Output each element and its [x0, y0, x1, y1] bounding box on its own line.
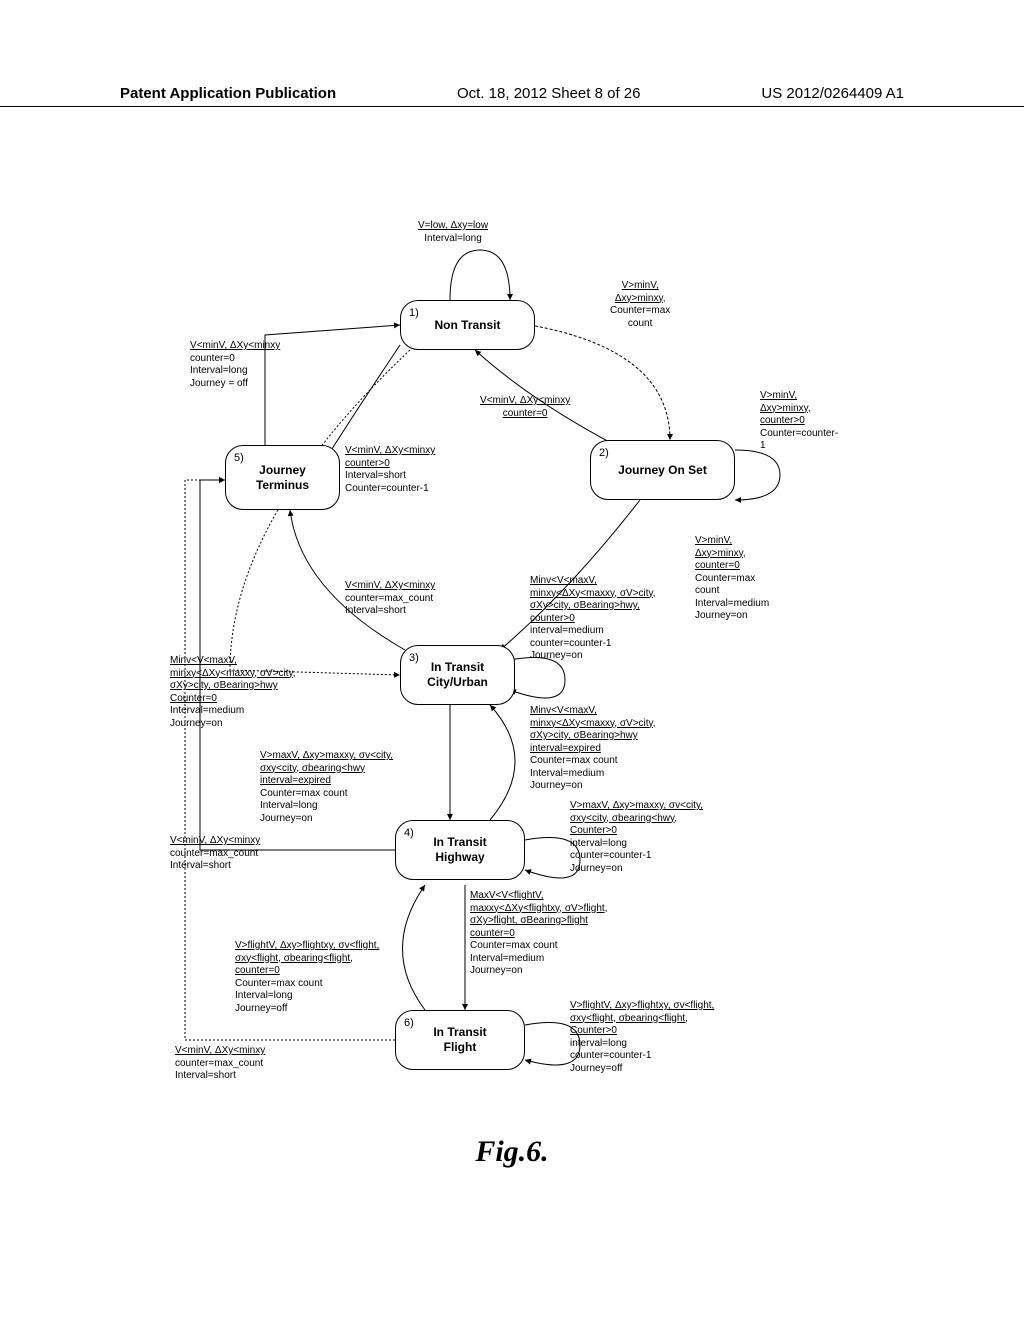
cond-65-left: V<minV, ΔXy<minxycounter=max_countInterv… [175, 1045, 265, 1083]
state-title2: Highway [435, 850, 484, 865]
cond-13: Minv<V<maxV,minxy<ΔXy<maxxy, σV>city,σXy… [170, 655, 296, 730]
state-title: In Transit [433, 835, 486, 850]
cond-2-right: V>minV,Δxy>minxy,counter>0Counter=counte… [760, 390, 838, 453]
state-title: Non Transit [434, 318, 500, 333]
page: Patent Application Publication Oct. 18, … [0, 0, 1024, 1320]
state-non-transit: 1) Non Transit [400, 300, 535, 350]
cond-top-right: V>minV,Δxy>minxy,Counter=maxcount [610, 280, 670, 330]
cond-51: V<minV, ΔXy<minxycounter>0Interval=short… [345, 445, 435, 495]
cond-3-self: Minv<V<maxV,minxy<ΔXy<maxxy, σV>city,σXy… [530, 575, 656, 663]
state-num: 6) [404, 1017, 414, 1031]
state-journey-on-set: 2) Journey On Set [590, 440, 735, 500]
state-title: In Transit [433, 1025, 486, 1040]
state-in-transit-highway: 4) In Transit Highway [395, 820, 525, 880]
state-num: 2) [599, 447, 609, 461]
cond-43: Minv<V<maxV,minxy<ΔXy<maxxy, σV>city,σXy… [530, 705, 656, 793]
state-title: In Transit [431, 660, 484, 675]
cond-6-self: V>flightV, Δxy>flightxy, σv<flight,σxy<f… [570, 1000, 714, 1075]
state-title: Journey On Set [618, 463, 707, 478]
cond-top: V=low, Δxy=lowInterval=long [418, 220, 488, 245]
state-num: 5) [234, 452, 244, 466]
cond-64: V>flightV, Δxy>flightxy, σv<flight,σxy<f… [235, 940, 379, 1015]
cond-45-left: V<minV, ΔXy<minxycounter=max_countInterv… [170, 835, 260, 873]
cond-46: MaxV<V<flightV,maxxy<ΔXy<flightxy, σV>fl… [470, 890, 607, 978]
figure-area: 1) Non Transit 2) Journey On Set 3) In T… [170, 220, 890, 1160]
state-num: 3) [409, 652, 419, 666]
state-title2: Flight [444, 1040, 477, 1055]
cond-12-mid: V<minV, ΔXy<minxycounter=0 [480, 395, 570, 420]
state-title: Journey [259, 463, 306, 478]
cond-4-self: V>maxV, Δxy>maxxy, σv<city,σxy<city, σbe… [570, 800, 703, 875]
state-journey-terminus: 5) Journey Terminus [225, 445, 340, 510]
state-in-transit-city: 3) In Transit City/Urban [400, 645, 515, 705]
header-right: US 2012/0264409 A1 [761, 85, 904, 102]
cond-34: V>maxV, Δxy>maxxy, σv<city,σxy<city, σbe… [260, 750, 393, 825]
header-left: Patent Application Publication [120, 85, 336, 102]
header-mid: Oct. 18, 2012 Sheet 8 of 26 [457, 85, 640, 102]
cond-35: V<minV, ΔXy<minxycounter=max_countInterv… [345, 580, 435, 618]
figure-caption: Fig.6. [475, 1135, 548, 1169]
state-num: 4) [404, 827, 414, 841]
state-title2: City/Urban [427, 675, 488, 690]
cond-top-left: V<minV, ΔXy<minxycounter=0Interval=longJ… [190, 340, 280, 390]
state-num: 1) [409, 307, 419, 321]
page-header: Patent Application Publication Oct. 18, … [0, 85, 1024, 107]
state-title2: Terminus [256, 478, 309, 493]
state-in-transit-flight: 6) In Transit Flight [395, 1010, 525, 1070]
cond-23: V>minV,Δxy>minxy,counter=0Counter=maxcou… [695, 535, 769, 623]
